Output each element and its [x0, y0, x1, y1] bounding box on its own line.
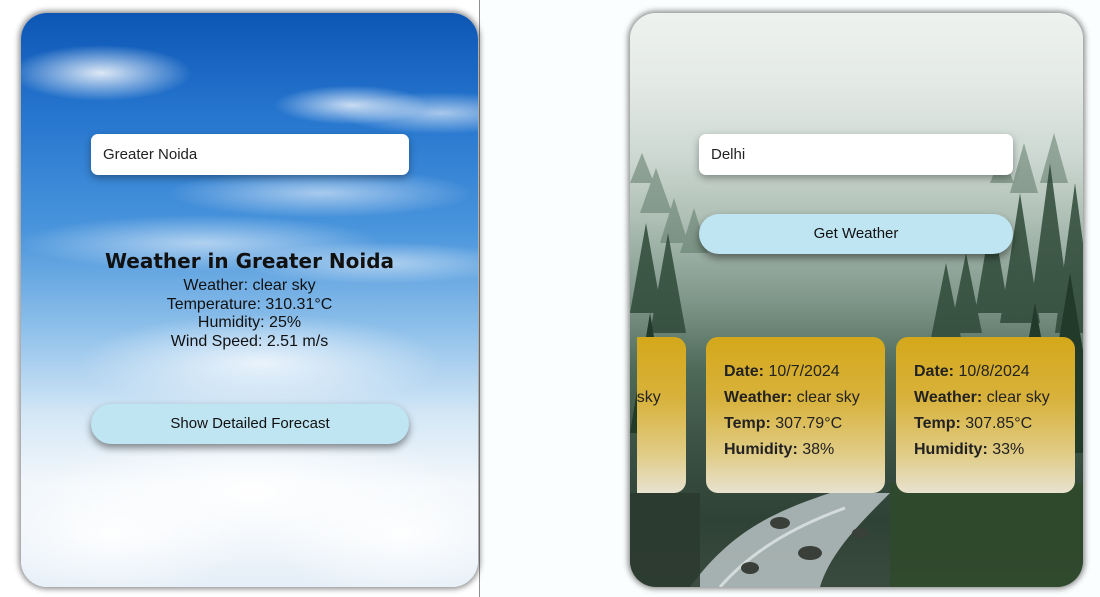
forecast-day-card: Date: 10/7/2024 Weather: clear sky Temp:…	[706, 337, 885, 493]
humidity-label: Humidity:	[724, 441, 798, 458]
weather-description: Weather: clear sky	[183, 277, 316, 294]
city-input-delhi[interactable]	[699, 134, 1013, 175]
city-input[interactable]	[91, 134, 409, 175]
forecast-card-panel: Get Weather Date: 24 Weather: clear sky …	[630, 13, 1083, 587]
current-weather-card: Weather in Greater Noida Weather: clear …	[21, 13, 478, 587]
forecast-humidity: 33%	[992, 441, 1025, 458]
temp-label: Temp:	[914, 415, 961, 432]
date-label: Date:	[724, 363, 765, 380]
forest-trees-illustration	[630, 133, 1083, 587]
temp-label: Temp:	[724, 415, 771, 432]
forecast-date: 10/8/2024	[958, 363, 1030, 380]
forecast-humidity: 38%	[802, 441, 835, 458]
forecast-weather: clear sky	[986, 389, 1050, 406]
weather-label: Weather:	[914, 389, 983, 406]
forecast-weather: clear sky	[637, 389, 661, 406]
temperature-text: Temperature: 310.31°C	[166, 295, 333, 313]
forecast-scroll-strip[interactable]: Date: 24 Weather: clear sky Temp: 2°C Hu…	[637, 337, 1077, 495]
humidity-label: Humidity:	[914, 441, 988, 458]
forest-background-image	[630, 13, 1083, 587]
forecast-temp: 307.85°C	[965, 415, 1033, 432]
panel-divider	[479, 0, 480, 597]
forecast-temp: 307.79°C	[775, 415, 843, 432]
date-label: Date:	[914, 363, 955, 380]
current-weather-info: Weather in Greater Noida Weather: clear …	[21, 249, 478, 351]
forecast-date: 10/7/2024	[768, 363, 840, 380]
weather-heading: Weather in Greater Noida	[104, 249, 395, 273]
humidity-text: Humidity: 25%	[197, 314, 302, 331]
forecast-day-card: Date: 24 Weather: clear sky Temp: 2°C Hu…	[637, 337, 686, 493]
forecast-day-card: Date: 10/8/2024 Weather: clear sky Temp:…	[896, 337, 1075, 493]
show-detailed-forecast-button[interactable]: Show Detailed Forecast	[91, 404, 409, 444]
weather-label: Weather:	[724, 389, 793, 406]
get-weather-button[interactable]: Get Weather	[699, 214, 1013, 254]
wind-speed-text: Wind Speed: 2.51 m/s	[170, 332, 329, 350]
forecast-weather: clear sky	[796, 389, 860, 406]
